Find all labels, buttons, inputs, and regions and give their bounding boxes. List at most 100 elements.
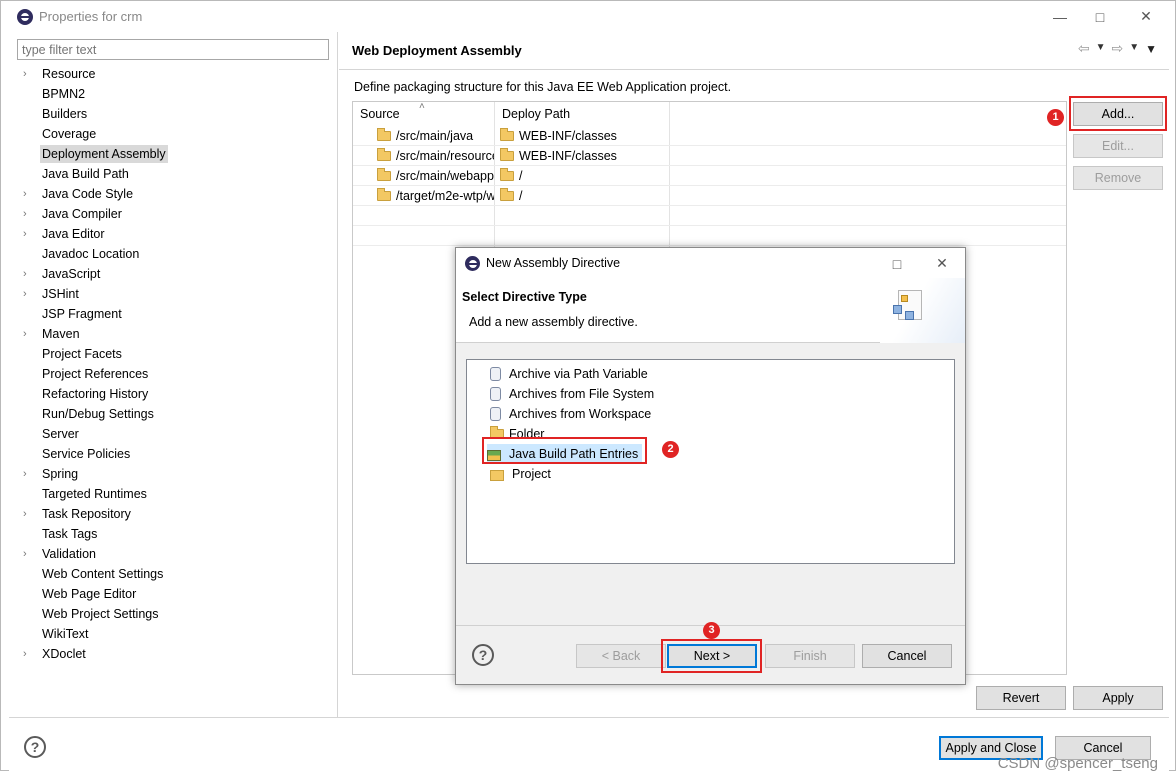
table-row[interactable]: /src/main/java WEB-INF/classes — [353, 126, 1066, 146]
maximize-button[interactable]: □ — [1077, 1, 1123, 32]
table-row[interactable] — [353, 206, 1066, 226]
directive-option[interactable]: Archives from File System — [490, 384, 654, 404]
back-button[interactable]: < Back — [576, 644, 666, 668]
tree-item[interactable]: Javadoc Location — [9, 244, 338, 264]
directive-option-label: Project — [512, 467, 551, 481]
chevron-right-icon[interactable]: › — [23, 64, 33, 84]
annotation-badge-3: 3 — [703, 622, 720, 639]
dialog-close-button[interactable]: ✕ — [919, 248, 965, 279]
chevron-right-icon[interactable]: › — [23, 644, 33, 664]
chevron-right-icon[interactable]: › — [23, 464, 33, 484]
tree-item[interactable]: BPMN2 — [9, 84, 338, 104]
jar-icon — [490, 387, 501, 401]
tree-item[interactable]: Deployment Assembly — [9, 144, 338, 164]
chevron-right-icon[interactable]: › — [23, 224, 33, 244]
edit-button[interactable]: Edit... — [1073, 134, 1163, 158]
chevron-right-icon[interactable]: › — [23, 284, 33, 304]
dialog-maximize-button[interactable]: □ — [874, 248, 920, 279]
revert-button[interactable]: Revert — [976, 686, 1066, 710]
tree-item[interactable]: › JSHint — [9, 284, 338, 304]
tree-item[interactable]: Run/Debug Settings — [9, 404, 338, 424]
tree-item-label: Targeted Runtimes — [42, 487, 147, 501]
finish-button[interactable]: Finish — [765, 644, 855, 668]
tree-item[interactable]: Project References — [9, 364, 338, 384]
tree-item[interactable]: Targeted Runtimes — [9, 484, 338, 504]
table-row[interactable] — [353, 226, 1066, 246]
directive-option-label: Archives from File System — [509, 387, 655, 401]
tree-item[interactable]: JSP Fragment — [9, 304, 338, 324]
tree-item-label: Refactoring History — [42, 387, 149, 401]
tree-item[interactable]: Task Tags — [9, 524, 338, 544]
tree-item[interactable]: Refactoring History — [9, 384, 338, 404]
tree-item[interactable]: Java Build Path — [9, 164, 338, 184]
tree-item[interactable]: › Resource — [9, 64, 338, 84]
directive-option[interactable]: Project — [490, 464, 551, 484]
filter-input[interactable] — [17, 39, 329, 60]
tree-item-label: Run/Debug Settings — [42, 407, 154, 421]
tree-item[interactable]: Project Facets — [9, 344, 338, 364]
tree-item[interactable]: Service Policies — [9, 444, 338, 464]
back-arrow-icon[interactable]: ⇦ — [1078, 40, 1090, 57]
properties-nav-panel: › Resource BPMN2 Builders Coverage Deployment… — [9, 32, 338, 717]
help-icon[interactable]: ? — [24, 736, 46, 758]
tree-item[interactable]: Server — [9, 424, 338, 444]
forward-arrow-icon[interactable]: ⇨ — [1111, 40, 1123, 57]
directive-option-label: Archive via Path Variable — [509, 367, 648, 381]
tree-item[interactable]: Web Content Settings — [9, 564, 338, 584]
tree-item[interactable]: › Java Code Style — [9, 184, 338, 204]
annotation-box-next — [661, 639, 762, 673]
chevron-right-icon[interactable]: › — [23, 324, 33, 344]
tree-item-label: XDoclet — [42, 647, 86, 661]
tree-item[interactable]: › JavaScript — [9, 264, 338, 284]
close-button[interactable]: ✕ — [1123, 1, 1169, 32]
tree-item-label: JSHint — [42, 287, 79, 301]
tree-item[interactable]: › Java Editor — [9, 224, 338, 244]
tree-item[interactable]: › Task Repository — [9, 504, 338, 524]
column-header-source[interactable]: Source ˄ — [353, 101, 495, 126]
folder-icon — [500, 128, 514, 141]
folder-icon — [377, 168, 391, 181]
tree-item-label: Builders — [42, 107, 88, 121]
tree-item[interactable]: › Java Compiler — [9, 204, 338, 224]
tree-item[interactable]: Coverage — [9, 124, 338, 144]
column-header-deploy-path[interactable]: Deploy Path — [495, 102, 670, 126]
tree-item[interactable]: WikiText — [9, 624, 338, 644]
tree-item-label: Web Page Editor — [42, 587, 137, 601]
chevron-right-icon[interactable]: › — [23, 504, 33, 524]
panel-nav: ⇦ ▼ ⇨ ▼ ▼ — [1078, 40, 1157, 57]
folder-icon — [500, 148, 514, 161]
background-ide-bottom-strip — [0, 771, 1176, 783]
dialog-heading: Select Directive Type — [462, 290, 587, 304]
table-row[interactable]: /src/main/resources WEB-INF/classes — [353, 146, 1066, 166]
remove-button[interactable]: Remove — [1073, 166, 1163, 190]
apply-button[interactable]: Apply — [1073, 686, 1163, 710]
tree-item[interactable]: › Validation — [9, 544, 338, 564]
annotation-box-java-build-path — [482, 437, 647, 464]
dialog-help-icon[interactable]: ? — [472, 644, 494, 666]
directive-option[interactable]: Archive via Path Variable — [490, 364, 648, 384]
directive-option[interactable]: Archives from Workspace — [490, 404, 651, 424]
table-row[interactable]: /src/main/webapp / — [353, 166, 1066, 186]
tree-item[interactable]: › Spring — [9, 464, 338, 484]
dialog-button-bar: ? Apply and Close Cancel — [9, 717, 1169, 772]
chevron-right-icon[interactable]: › — [23, 264, 33, 284]
chevron-right-icon[interactable]: › — [23, 184, 33, 204]
tree-item[interactable]: › Maven — [9, 324, 338, 344]
deploy-path-cell: / — [519, 189, 523, 203]
tree-item[interactable]: Builders — [9, 104, 338, 124]
chevron-right-icon[interactable]: › — [23, 544, 33, 564]
tree-item-label: JavaScript — [42, 267, 101, 281]
tree-item-label: JSP Fragment — [42, 307, 122, 321]
chevron-right-icon[interactable]: › — [23, 204, 33, 224]
table-row[interactable]: /target/m2e-wtp/web-resources / — [353, 186, 1066, 206]
forward-dropdown-icon[interactable]: ▼ — [1129, 42, 1139, 57]
view-menu-icon[interactable]: ▼ — [1145, 42, 1157, 57]
sort-ascending-icon: ˄ — [419, 101, 425, 112]
tree-item[interactable]: Web Project Settings — [9, 604, 338, 624]
tree-item-label: Coverage — [42, 127, 97, 141]
tree-item[interactable]: › XDoclet — [9, 644, 338, 664]
tree-item[interactable]: Web Page Editor — [9, 584, 338, 604]
back-dropdown-icon[interactable]: ▼ — [1096, 42, 1106, 57]
dialog-cancel-button[interactable]: Cancel — [862, 644, 952, 668]
tree-item-label: Web Content Settings — [42, 567, 164, 581]
